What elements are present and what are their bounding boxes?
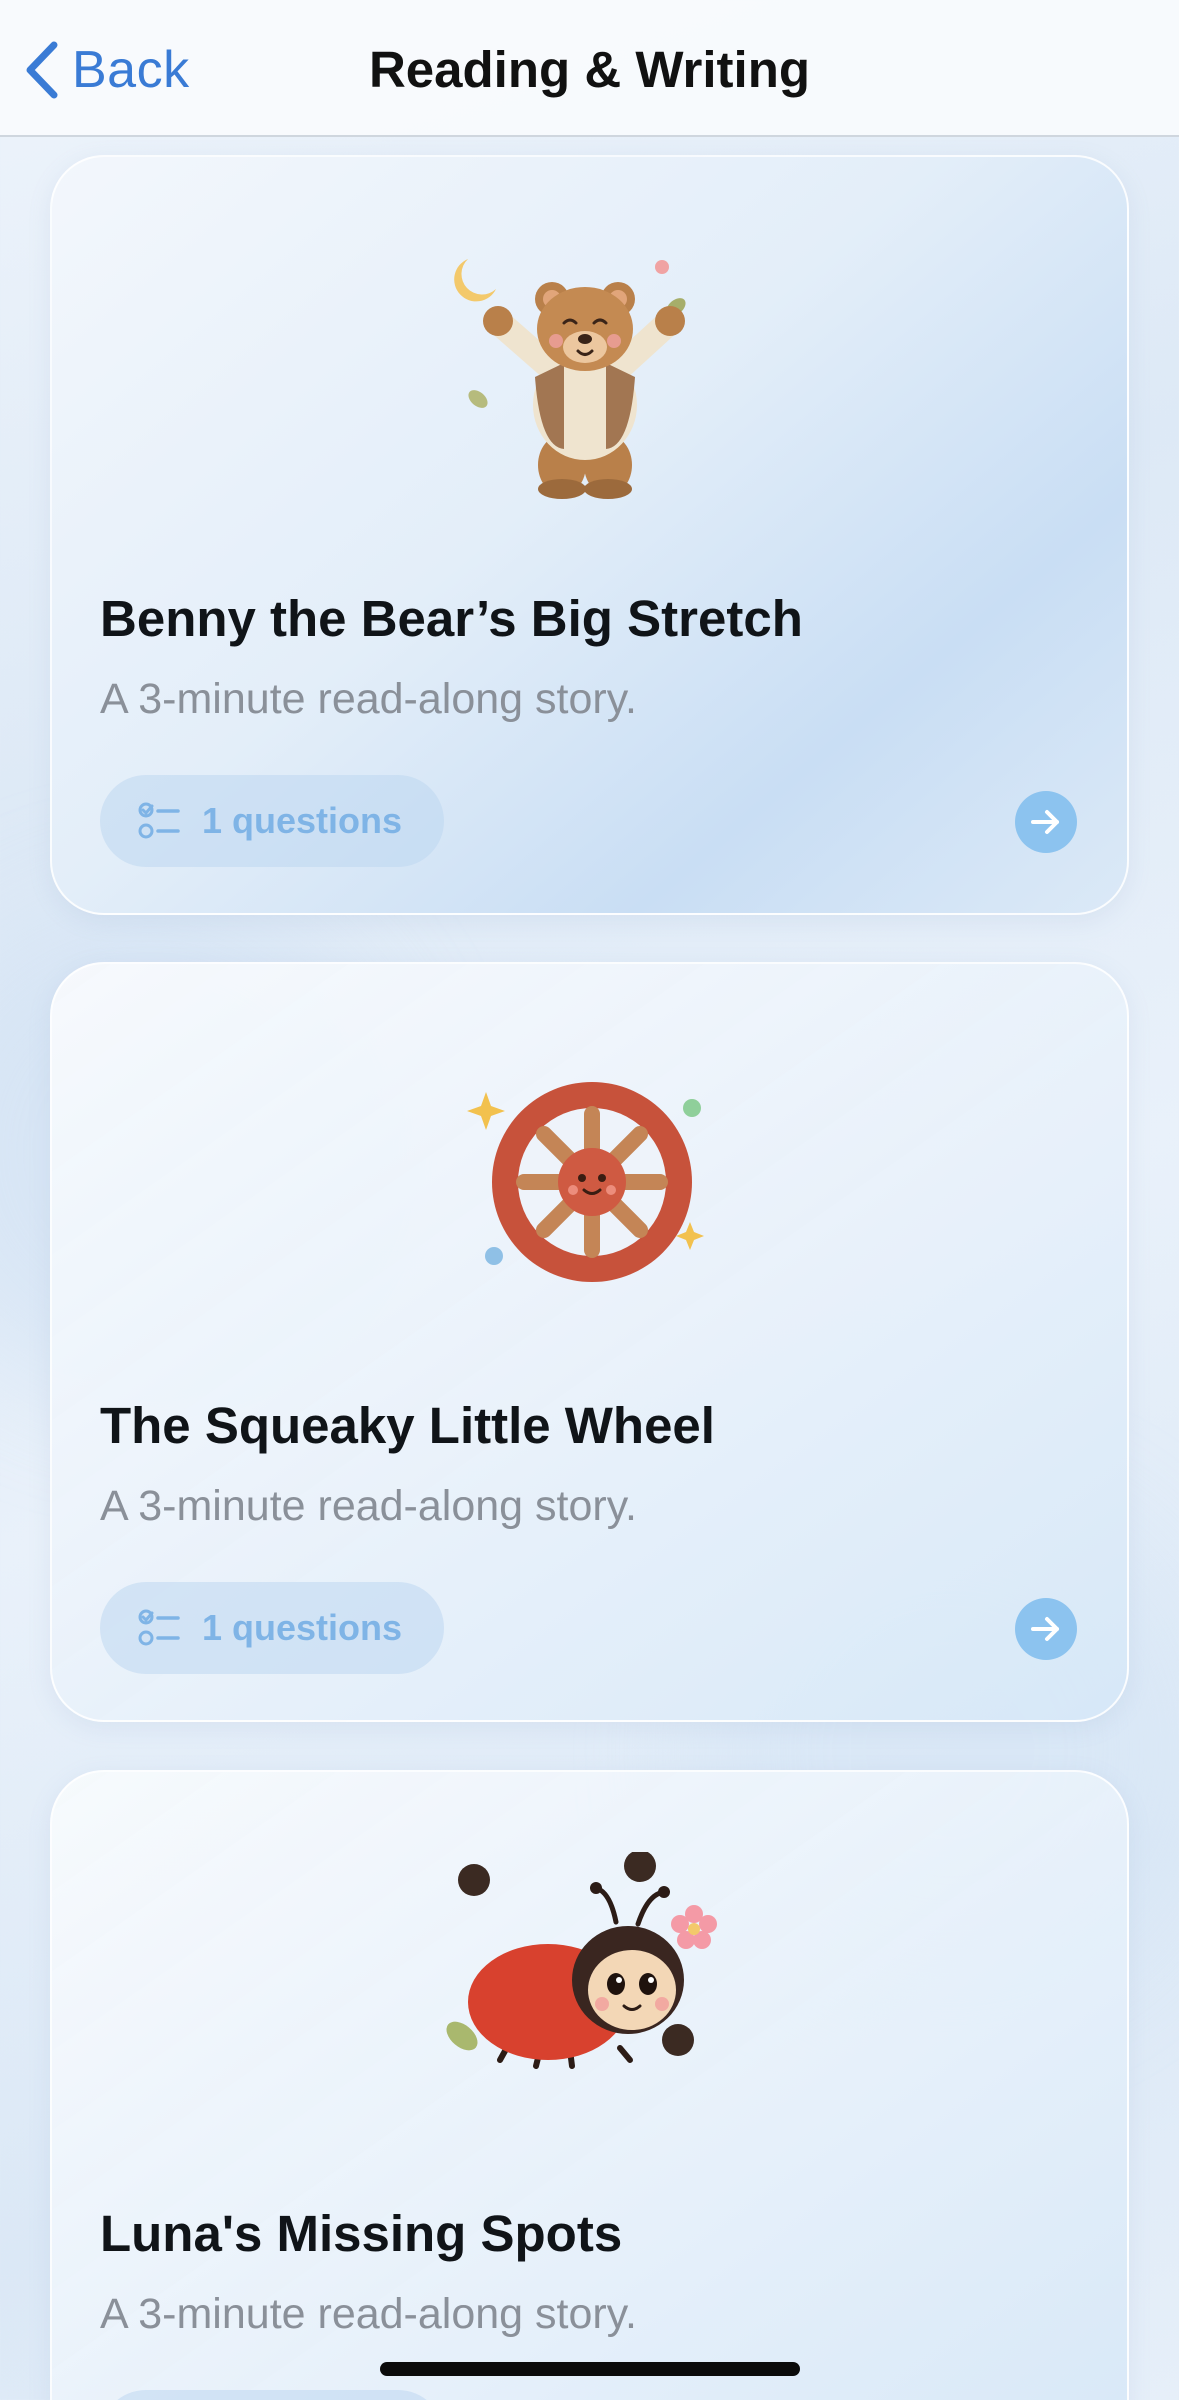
story-card[interactable]: The Squeaky Little Wheel A 3-minute read… [50, 962, 1129, 1722]
story-card[interactable]: Luna's Missing Spots A 3-minute read-alo… [50, 1770, 1129, 2400]
checklist-icon [138, 802, 180, 839]
questions-count: 1 questions [202, 1607, 403, 1648]
story-subtitle: A 3-minute read-along story. [100, 675, 637, 723]
open-story-button[interactable] [1015, 1598, 1077, 1660]
page-title: Reading & Writing [368, 41, 811, 98]
bear-icon [453, 259, 686, 499]
story-subtitle: A 3-minute read-along story. [100, 1482, 637, 1530]
story-title: The Squeaky Little Wheel [100, 1397, 715, 1454]
questions-badge[interactable]: 1 questions [100, 1582, 444, 1674]
questions-badge[interactable] [100, 2390, 444, 2400]
checklist-icon [138, 1609, 180, 1646]
story-title: Luna's Missing Spots [100, 2205, 623, 2262]
wheel-icon [466, 1082, 704, 1282]
arrow-right-icon [1031, 810, 1059, 834]
navigation-bar: Back Reading & Writing [0, 0, 1179, 137]
home-indicator[interactable] [380, 2362, 800, 2376]
arrow-right-icon [1031, 1617, 1059, 1641]
open-story-button[interactable] [1015, 791, 1077, 853]
story-subtitle: A 3-minute read-along story. [100, 2290, 637, 2338]
story-card[interactable]: Benny the Bear’s Big Stretch A 3-minute … [50, 155, 1129, 915]
story-title: Benny the Bear’s Big Stretch [100, 590, 803, 647]
ladybug-icon [446, 1852, 717, 2069]
questions-badge[interactable]: 1 questions [100, 775, 444, 867]
questions-count: 1 questions [202, 800, 403, 841]
